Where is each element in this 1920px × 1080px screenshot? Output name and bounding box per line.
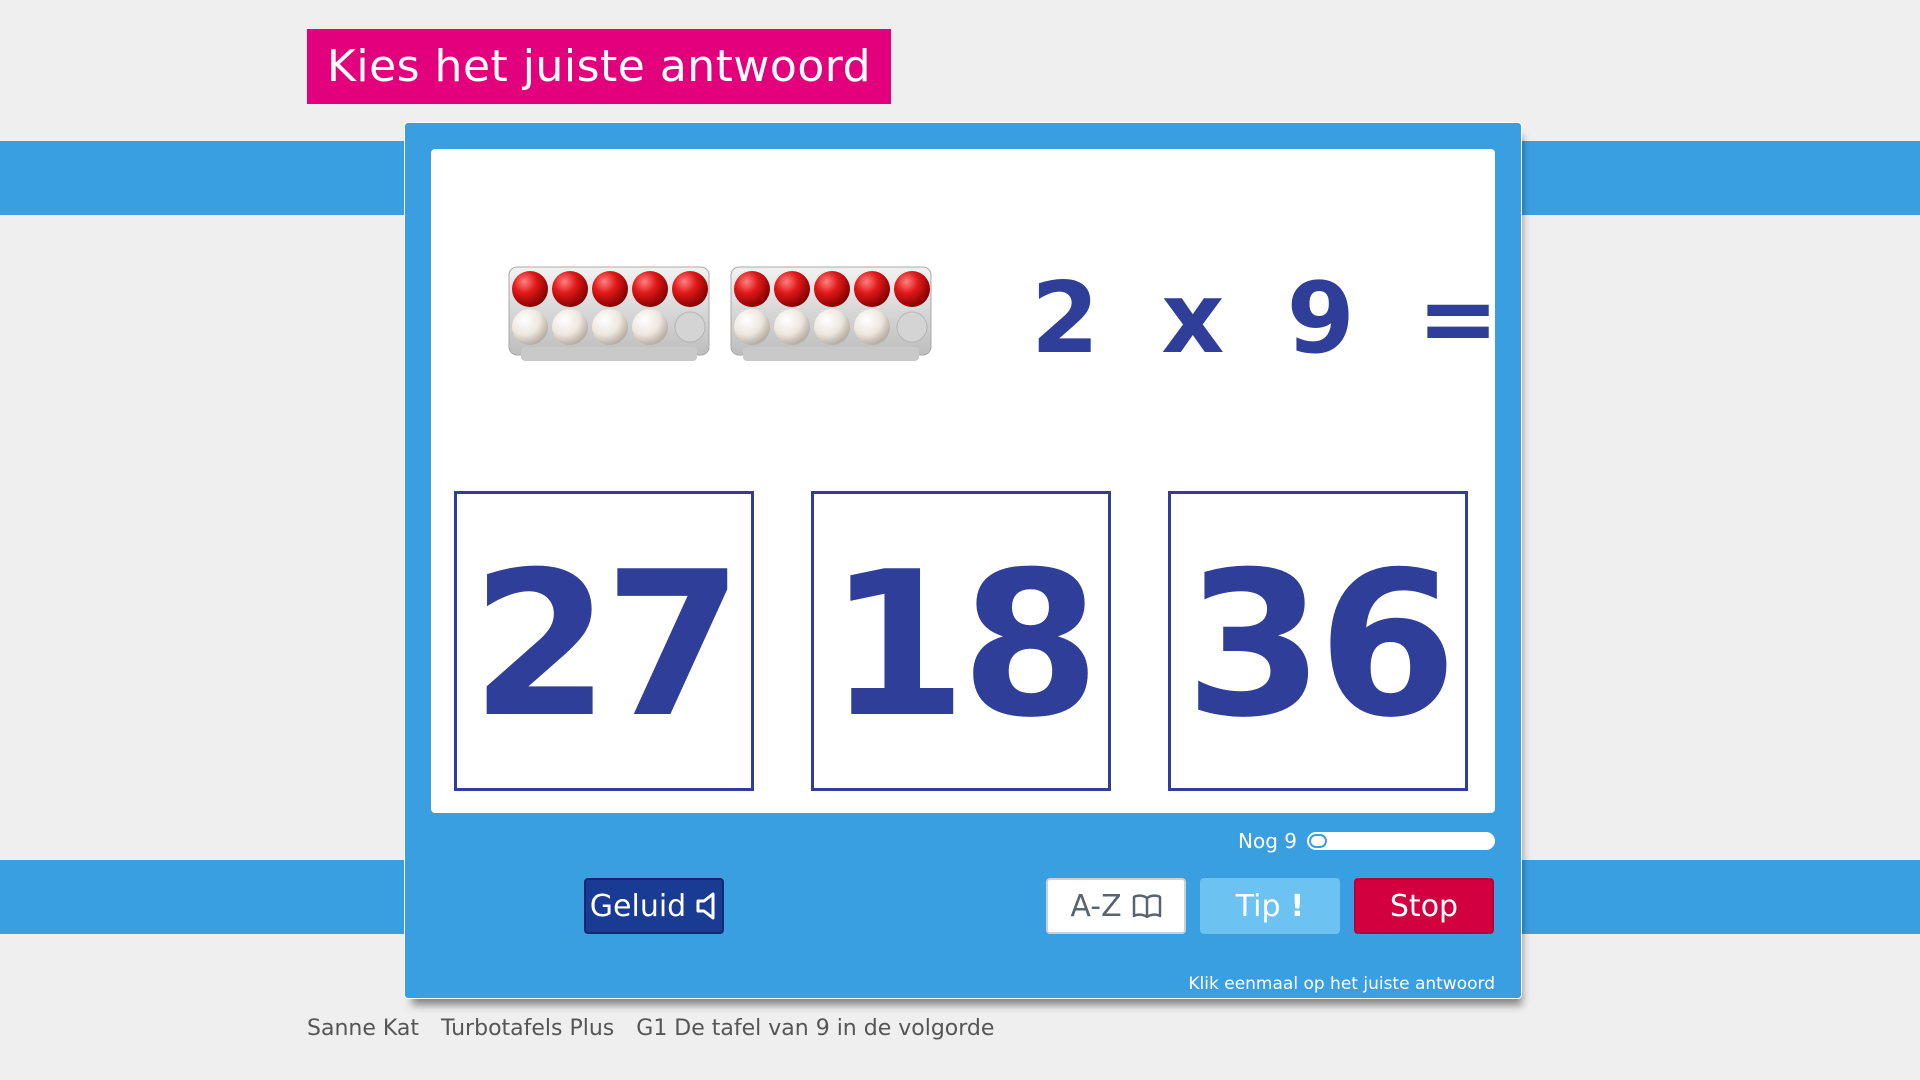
answer-value: 18 xyxy=(827,529,1100,762)
progress-bar xyxy=(1307,832,1495,850)
sound-button-label: Geluid xyxy=(589,888,687,924)
egg-tray-image xyxy=(508,266,710,361)
footer-breadcrumb: Sanne Kat Turbotafels Plus G1 De tafel v… xyxy=(307,1016,994,1041)
egg-tray-image xyxy=(730,266,932,361)
stop-button-label: Stop xyxy=(1389,888,1459,924)
answer-value: 36 xyxy=(1184,529,1457,762)
speaker-icon xyxy=(696,892,715,920)
question-card: 2 x 9 = 27 18 36 xyxy=(431,149,1499,813)
egg-trays xyxy=(507,261,933,367)
sound-button[interactable]: Geluid xyxy=(584,878,724,934)
exercise-panel: 2 x 9 = 27 18 36 Nog 9 Geluid A-Z Tip ! … xyxy=(404,122,1522,999)
exclamation-icon: ! xyxy=(1290,888,1305,924)
book-icon xyxy=(1132,894,1161,918)
progress-label: Nog 9 xyxy=(1238,829,1297,853)
answer-value: 27 xyxy=(470,529,743,762)
question-text: 2 x 9 = xyxy=(1031,262,1514,376)
footer-user: Sanne Kat xyxy=(307,1016,420,1041)
egg-tray xyxy=(729,261,933,367)
answer-option-1[interactable]: 27 xyxy=(454,491,754,791)
stop-button[interactable]: Stop xyxy=(1354,878,1494,934)
az-button[interactable]: A-Z xyxy=(1046,878,1186,934)
answer-option-2[interactable]: 18 xyxy=(811,491,1111,791)
answer-option-3[interactable]: 36 xyxy=(1168,491,1468,791)
tip-button[interactable]: Tip ! xyxy=(1200,878,1340,934)
footer-product: Turbotafels Plus xyxy=(441,1016,615,1041)
page-title: Kies het juiste antwoord xyxy=(307,29,891,104)
instruction-hint: Klik eenmaal op het juiste antwoord xyxy=(1188,974,1495,994)
progress-fill xyxy=(1309,834,1327,848)
footer-lesson: G1 De tafel van 9 in de volgorde xyxy=(636,1016,995,1041)
tip-button-label: Tip xyxy=(1235,888,1281,924)
progress-indicator: Nog 9 xyxy=(1238,829,1495,853)
az-button-label: A-Z xyxy=(1070,888,1122,924)
egg-tray xyxy=(507,261,711,367)
